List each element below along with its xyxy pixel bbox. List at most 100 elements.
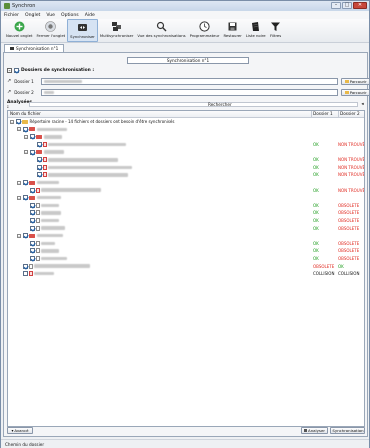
- status-dossier1: OK: [313, 202, 319, 208]
- tree-row[interactable]: OK OBSOLETE: [8, 217, 364, 225]
- status-dossier1: COLLISION: [313, 271, 335, 277]
- sync-view-button[interactable]: Vue des synchronisations: [135, 19, 187, 42]
- tree-row[interactable]: –: [8, 148, 364, 156]
- file-icon: [43, 142, 47, 148]
- row-checkbox[interactable]: [29, 187, 35, 193]
- blacklist-button[interactable]: Liste noire: [244, 19, 268, 42]
- synchronize-run-button[interactable]: Synchronisation: [330, 427, 365, 434]
- row-checkbox[interactable]: [36, 172, 42, 178]
- row-checkbox[interactable]: [22, 195, 28, 201]
- tree-header: Nom du fichier Dossier 1 Dossier 2: [8, 111, 364, 118]
- row-checkbox[interactable]: [22, 271, 28, 277]
- row-checkbox[interactable]: [29, 149, 35, 155]
- row-checkbox[interactable]: [15, 119, 21, 125]
- status-dossier2: OBSOLETE: [338, 255, 360, 261]
- tree-row[interactable]: OK NON TROUVÉ: [8, 156, 364, 164]
- tree-row[interactable]: –: [8, 194, 364, 202]
- folder2-path-input[interactable]: [41, 88, 339, 96]
- tab-synchronisation-1[interactable]: Synchronisation n°1: [4, 44, 65, 52]
- multisync-button[interactable]: Multisynchroniser: [98, 19, 136, 42]
- tree-row[interactable]: –: [8, 232, 364, 240]
- tree-root-row[interactable]: – Répertoire racine - 14 fichiers et dos…: [8, 118, 364, 126]
- folder2-browse-button[interactable]: Parcourir: [341, 88, 370, 96]
- sync-direction-icon[interactable]: ↗: [7, 89, 11, 95]
- row-checkbox[interactable]: [29, 225, 35, 231]
- row-checkbox[interactable]: [36, 142, 42, 148]
- folder-icon: [29, 127, 35, 132]
- row-checkbox[interactable]: [36, 164, 42, 170]
- expand-toggle[interactable]: –: [17, 180, 21, 185]
- row-checkbox[interactable]: [22, 180, 28, 186]
- expand-toggle[interactable]: –: [17, 195, 21, 200]
- advanced-button[interactable]: ▾ Avancé: [7, 427, 33, 434]
- synchronize-icon: [77, 21, 89, 33]
- title-bar: Synchron – □ ✕: [1, 1, 369, 11]
- redacted-filename: [36, 127, 67, 132]
- row-checkbox[interactable]: [29, 218, 35, 224]
- tree-row[interactable]: OK OBSOLETE: [8, 255, 364, 263]
- expand-toggle[interactable]: –: [24, 150, 28, 155]
- new-tab-button[interactable]: Nouvel onglet: [4, 19, 34, 42]
- search-input[interactable]: Rechercher: [29, 102, 358, 107]
- col-dossier1[interactable]: Dossier 1: [312, 111, 339, 117]
- row-checkbox[interactable]: [29, 210, 35, 216]
- tree-row[interactable]: –: [8, 126, 364, 134]
- tree-row[interactable]: OBSOLETE OK: [8, 262, 364, 270]
- bottom-bar: ▾ Avancé Analyser Synchronisation: [7, 426, 365, 435]
- redacted-filename: [43, 135, 62, 139]
- collapse-toggle[interactable]: –: [7, 68, 12, 73]
- analyze-button[interactable]: Analyser: [301, 427, 328, 434]
- minimize-button[interactable]: –: [331, 2, 341, 9]
- tree-row[interactable]: –: [8, 179, 364, 187]
- clear-search-icon[interactable]: ◂: [360, 102, 365, 107]
- menu-options[interactable]: Options: [61, 13, 79, 18]
- tree-row[interactable]: OK NON TROUVÉ: [8, 186, 364, 194]
- sync-direction-icon[interactable]: ↗: [7, 78, 11, 84]
- expand-toggle[interactable]: –: [17, 127, 21, 132]
- row-checkbox[interactable]: [29, 134, 35, 140]
- scheduler-button[interactable]: Programmateur: [188, 19, 222, 42]
- file-tree: Nom du fichier Dossier 1 Dossier 2 – Rép…: [7, 110, 365, 427]
- menu-vue[interactable]: Vue: [46, 13, 55, 18]
- col-dossier2[interactable]: Dossier 2: [339, 111, 360, 117]
- folder1-browse-button[interactable]: Parcourir: [341, 77, 370, 85]
- menu-onglet[interactable]: Onglet: [25, 13, 40, 18]
- synchronize-button[interactable]: Synchroniser: [67, 19, 98, 42]
- close-window-button[interactable]: ✕: [353, 2, 367, 9]
- row-checkbox[interactable]: [22, 233, 28, 239]
- restore-button[interactable]: Restaurer: [221, 19, 243, 42]
- tree-row[interactable]: OK OBSOLETE: [8, 209, 364, 217]
- row-checkbox[interactable]: [29, 255, 35, 261]
- row-checkbox[interactable]: [22, 263, 28, 269]
- tree-row[interactable]: OK OBSOLETE: [8, 224, 364, 232]
- tree-row[interactable]: COLLISION COLLISION: [8, 270, 364, 278]
- row-checkbox[interactable]: [36, 157, 42, 163]
- multisync-icon: [111, 20, 123, 32]
- maximize-button[interactable]: □: [342, 2, 352, 9]
- tree-row[interactable]: OK NON TROUVÉ: [8, 141, 364, 149]
- redacted-filename: [41, 188, 101, 192]
- filter-button[interactable]: Filtres: [268, 19, 284, 42]
- restore-icon: [227, 20, 239, 32]
- tree-row[interactable]: OK NON TROUVÉ: [8, 171, 364, 179]
- row-checkbox[interactable]: [29, 248, 35, 254]
- row-checkbox[interactable]: [22, 126, 28, 132]
- folders-checkbox[interactable]: [14, 68, 19, 73]
- row-checkbox[interactable]: [29, 240, 35, 246]
- sync-name-field[interactable]: Synchronisation n°1: [127, 57, 249, 64]
- menu-fichier[interactable]: Fichier: [4, 13, 19, 18]
- expand-toggle[interactable]: –: [10, 119, 14, 124]
- tree-row[interactable]: OK OBSOLETE: [8, 202, 364, 210]
- folder1-path-input[interactable]: [41, 77, 339, 85]
- expand-toggle[interactable]: –: [17, 233, 21, 238]
- close-tab-button[interactable]: Fermer l'onglet: [34, 19, 67, 42]
- tree-row[interactable]: –: [8, 133, 364, 141]
- col-name[interactable]: Nom du fichier: [8, 111, 312, 117]
- row-checkbox[interactable]: [29, 202, 35, 208]
- menu-aide[interactable]: Aide: [85, 13, 95, 18]
- tree-row[interactable]: OK OBSOLETE: [8, 247, 364, 255]
- redacted-filename: [36, 233, 63, 238]
- expand-toggle[interactable]: –: [24, 134, 28, 139]
- tree-row[interactable]: OK NON TROUVÉ: [8, 164, 364, 172]
- tree-row[interactable]: OK OBSOLETE: [8, 240, 364, 248]
